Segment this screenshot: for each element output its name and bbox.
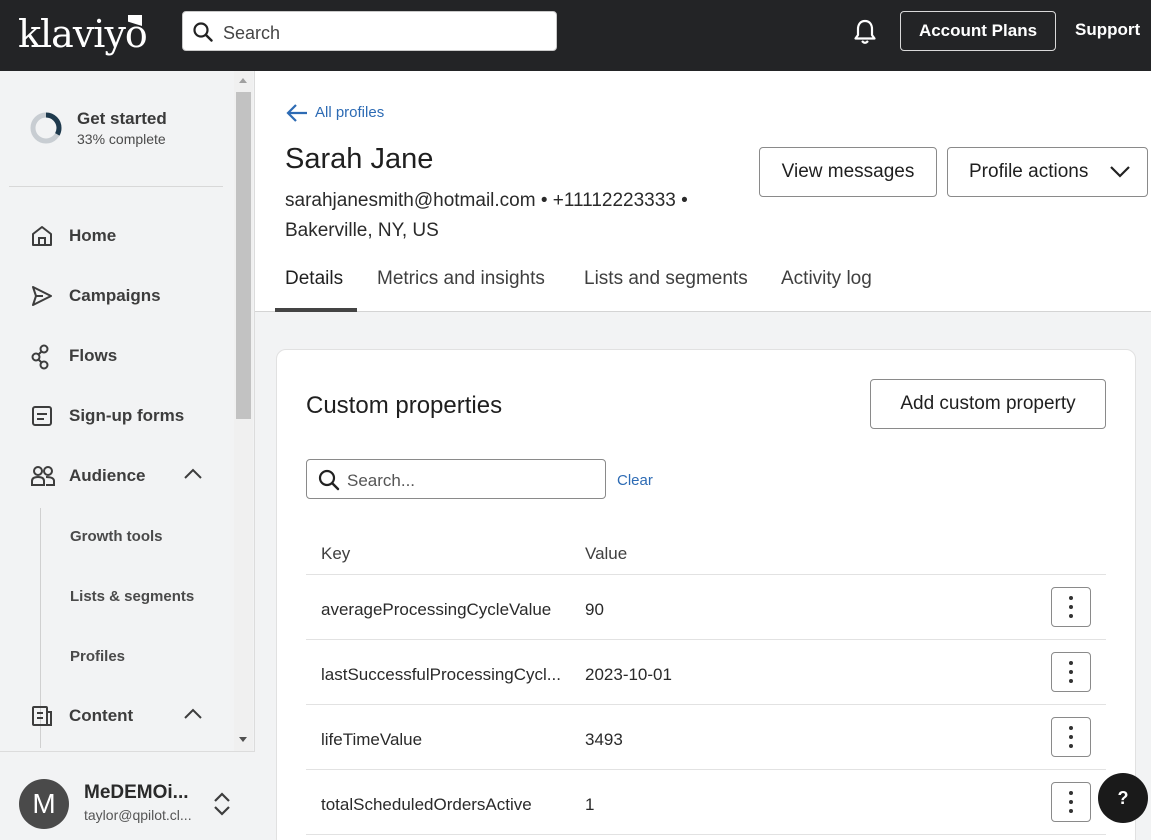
add-custom-property-button[interactable]: Add custom property (870, 379, 1106, 429)
chevron-down-icon (1110, 166, 1130, 178)
sidebar-item-label: Sign-up forms (69, 406, 185, 425)
row-divider (306, 769, 1106, 770)
send-icon (32, 286, 52, 306)
get-started-progress: 33% complete (77, 131, 166, 147)
account-plans-button[interactable]: Account Plans (900, 11, 1056, 51)
expand-collapse-icon[interactable] (212, 791, 232, 817)
global-search-placeholder: Search (223, 23, 281, 43)
sidebar-item-label: Content (69, 706, 134, 725)
row-divider (306, 834, 1106, 835)
search-icon (318, 469, 340, 491)
sidebar-item-audience[interactable]: Audience (0, 454, 232, 498)
profile-name: Sarah Jane (285, 143, 434, 175)
tab-metrics-insights[interactable]: Metrics and insights (377, 268, 545, 290)
property-search-input[interactable]: Search... (306, 459, 606, 499)
column-header-key: Key (321, 544, 351, 563)
sidebar-divider (9, 186, 223, 187)
row-divider (306, 704, 1106, 705)
tab-details[interactable]: Details (285, 268, 343, 290)
more-options-icon[interactable] (1051, 652, 1091, 692)
row-divider (306, 574, 1106, 575)
account-name: MeDEMOi... (84, 782, 189, 803)
scroll-up-arrow-icon[interactable] (239, 78, 247, 83)
tab-activity-log[interactable]: Activity log (781, 268, 872, 290)
sidebar-item-signup-forms[interactable]: Sign-up forms (0, 394, 232, 438)
sidebar-item-label: Flows (69, 346, 118, 365)
more-options-icon[interactable] (1051, 587, 1091, 627)
view-messages-button[interactable]: View messages (759, 147, 937, 197)
profile-tabs: Details Metrics and insights Lists and s… (255, 255, 1151, 312)
get-started-title[interactable]: Get started (77, 109, 167, 129)
klaviyo-logo[interactable]: klaviyo (18, 12, 148, 56)
progress-ring-icon (30, 112, 62, 144)
profile-actions-button[interactable]: Profile actions (947, 147, 1148, 197)
property-value: 90 (585, 600, 604, 619)
bell-icon[interactable] (853, 19, 877, 45)
sidebar-item-label: Audience (69, 466, 146, 485)
property-value: 1 (585, 795, 595, 814)
clear-search-link[interactable]: Clear (617, 472, 653, 489)
form-icon (32, 406, 52, 426)
custom-properties-title: Custom properties (306, 392, 503, 419)
sidebar-item-label: Home (69, 226, 117, 245)
chevron-up-icon[interactable] (183, 468, 203, 480)
support-link[interactable]: Support (1075, 20, 1140, 40)
property-search-placeholder: Search... (347, 471, 416, 490)
search-icon (193, 22, 213, 42)
property-value: 2023-10-01 (585, 665, 672, 684)
sidebar-subitem-lists-segments[interactable]: Lists & segments (70, 588, 194, 605)
row-divider (306, 639, 1106, 640)
home-icon (32, 226, 52, 246)
sidebar-item-content[interactable]: Content (0, 694, 232, 738)
sidebar-item-home[interactable]: Home (0, 214, 232, 258)
flows-icon (31, 344, 49, 370)
property-key: lifeTimeValue (321, 730, 423, 749)
property-key: averageProcessingCycleValue (321, 600, 552, 619)
arrow-left-icon (286, 104, 307, 122)
account-email: taylor@qpilot.cl... (84, 807, 192, 823)
audience-icon (31, 466, 55, 486)
all-profiles-label: All profiles (315, 104, 385, 121)
property-value: 3493 (585, 730, 623, 749)
sidebar-subitem-profiles[interactable]: Profiles (70, 648, 125, 665)
column-header-value: Value (585, 544, 628, 563)
sidebar-subitem-growth-tools[interactable]: Growth tools (70, 528, 163, 545)
sidebar-item-campaigns[interactable]: Campaigns (0, 274, 232, 318)
content-icon (32, 706, 52, 726)
top-bar: klaviyo Search Account Plans Support (0, 0, 1151, 71)
profile-actions-label: Profile actions (969, 161, 1089, 182)
tab-lists-segments[interactable]: Lists and segments (584, 268, 748, 290)
chevron-up-icon[interactable] (183, 708, 203, 720)
property-key: lastSuccessfulProcessingCycl... (321, 665, 561, 684)
profile-contact-line: sarahjanesmith@hotmail.com • +1111222333… (285, 190, 688, 211)
avatar[interactable]: M (19, 779, 69, 829)
profile-contact-info: sarahjanesmith@hotmail.com • +1111222333… (285, 186, 735, 246)
scroll-down-arrow-icon[interactable] (239, 737, 247, 742)
profile-location: Bakerville, NY, US (285, 220, 439, 241)
more-options-icon[interactable] (1051, 782, 1091, 822)
help-button[interactable]: ? (1098, 773, 1148, 823)
global-search-input[interactable]: Search (182, 11, 557, 51)
more-options-icon[interactable] (1051, 717, 1091, 757)
sidebar-item-flows[interactable]: Flows (0, 334, 232, 378)
sidebar-item-label: Campaigns (69, 286, 161, 305)
sidebar-scrollbar-thumb[interactable] (236, 92, 251, 419)
property-key: totalScheduledOrdersActive (321, 795, 532, 814)
